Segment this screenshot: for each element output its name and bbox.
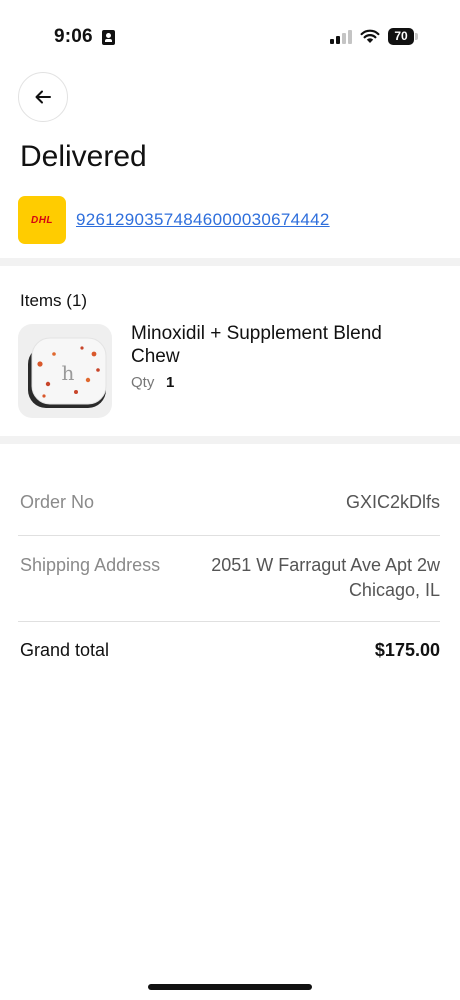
section-divider — [0, 258, 460, 266]
items-header: Items (1) — [20, 291, 88, 310]
page-title: Delivered — [20, 140, 147, 173]
signal-icon — [330, 30, 352, 44]
grand-total-value: $175.00 — [374, 640, 440, 660]
carrier-name: DHL — [30, 214, 54, 226]
address-line-1: 2051 W Farragut Ave Apt 2w — [211, 555, 440, 575]
product-jar-icon: h — [28, 337, 107, 408]
back-button[interactable] — [18, 72, 68, 122]
shipping-address-label: Shipping Address — [20, 555, 161, 575]
product-image[interactable]: h — [18, 324, 112, 418]
tracking-number-link[interactable]: 92612903574846000030674442 — [76, 210, 330, 230]
shipping-address-value: 2051 W Farragut Ave Apt 2w Chicago, IL — [211, 553, 440, 603]
home-indicator[interactable] — [148, 984, 312, 990]
row-divider — [18, 621, 440, 622]
battery-level: 70 — [388, 28, 414, 45]
product-logo-letter: h — [62, 361, 75, 385]
section-divider — [0, 436, 460, 444]
product-name[interactable]: Minoxidil + Supplement Blend Chew — [131, 322, 431, 368]
grand-total-label: Grand total — [20, 640, 110, 660]
wifi-icon — [360, 29, 380, 43]
status-time: 9:06 — [54, 26, 93, 47]
order-no-value: GXIC2kDlfs — [345, 492, 440, 512]
dhl-logo-icon: DHL — [18, 196, 66, 244]
arrow-left-icon — [35, 90, 51, 104]
battery-icon: 70 — [388, 28, 418, 45]
qty-value: 1 — [166, 374, 175, 391]
contact-card-icon — [102, 30, 115, 45]
address-line-2: Chicago, IL — [348, 580, 440, 600]
qty-label: Qty — [131, 374, 155, 391]
order-no-label: Order No — [20, 492, 95, 512]
row-divider — [18, 535, 440, 536]
